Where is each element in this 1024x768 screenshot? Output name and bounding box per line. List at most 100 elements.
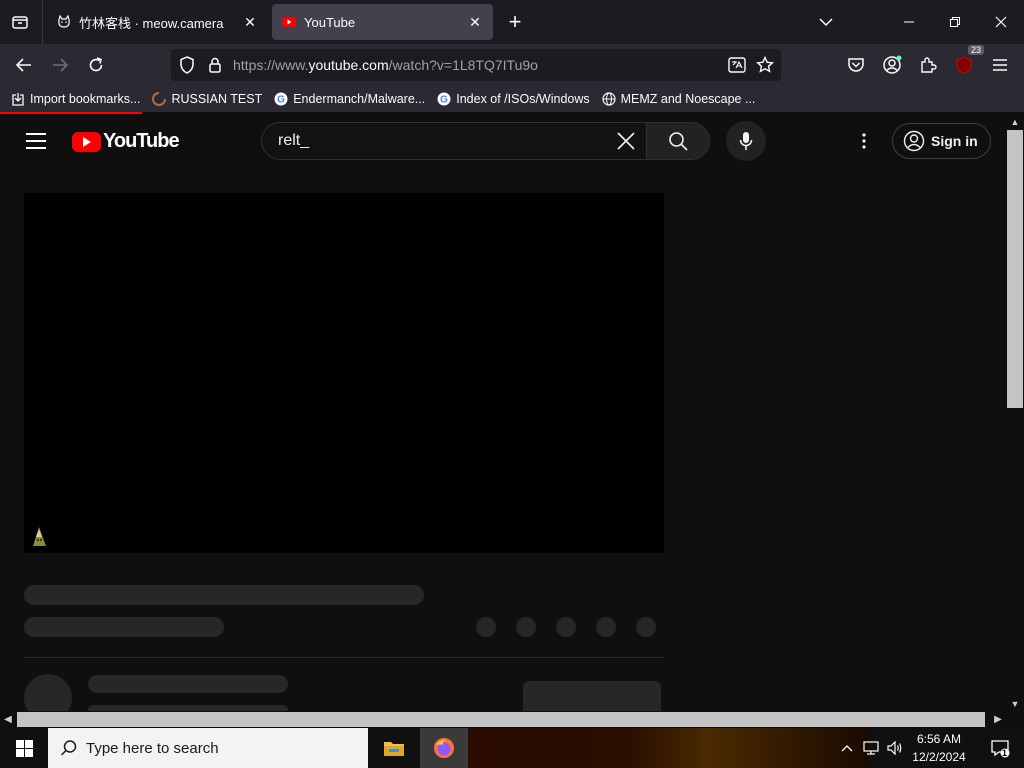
folder-icon [384, 742, 404, 756]
arrow-left-icon [16, 58, 31, 72]
back-button[interactable] [10, 51, 38, 79]
bookmark-label: RUSSIAN TEST [171, 92, 263, 106]
firefox-icon [434, 738, 454, 758]
tab-meow-camera[interactable]: 竹林客栈 · meow.camera ✕ [47, 4, 268, 40]
google-icon: G [273, 91, 289, 107]
lock-icon[interactable] [201, 51, 229, 79]
puzzle-icon [921, 57, 937, 73]
clock-date: 12/2/2024 [912, 750, 966, 764]
pocket-button[interactable] [842, 51, 870, 79]
translate-icon[interactable] [723, 51, 751, 79]
bookmark-item[interactable]: MEMZ and Noescape ... [601, 91, 755, 107]
start-button[interactable] [0, 728, 48, 768]
url-text[interactable]: https://www.youtube.com/watch?v=1L8TQ7IT… [233, 57, 723, 73]
taskbar-file-explorer[interactable] [370, 728, 418, 768]
bookmark-item[interactable]: G Endermanch/Malware... [273, 91, 425, 107]
account-button[interactable] [878, 51, 906, 79]
search-box[interactable]: relt_ [261, 122, 647, 160]
svg-text:G: G [440, 95, 448, 106]
windows-icon [15, 739, 33, 757]
vertical-scrollbar[interactable]: ▲ ▼ [1006, 115, 1024, 711]
sign-in-button[interactable]: Sign in [892, 123, 991, 159]
volume-button[interactable] [884, 728, 906, 768]
hamburger-icon [993, 59, 1007, 71]
close-window-button[interactable] [978, 0, 1024, 44]
youtube-icon [282, 15, 296, 29]
chevron-up-icon [841, 745, 853, 752]
speaker-icon [887, 741, 902, 755]
chevron-down-icon [819, 18, 833, 27]
scroll-thumb[interactable] [17, 712, 985, 727]
tab-title: YouTube [304, 14, 356, 30]
list-all-tabs-button[interactable] [803, 0, 849, 44]
youtube-logo[interactable]: YouTube [72, 130, 180, 153]
restore-icon [950, 17, 960, 27]
app-menu-button[interactable] [986, 51, 1014, 79]
extension-badge: 23 [967, 45, 984, 55]
scroll-left-arrow[interactable]: ◀ [0, 711, 16, 728]
google-icon: G [436, 91, 452, 107]
loading-icon [151, 91, 167, 107]
bookmark-star-icon[interactable] [751, 51, 779, 79]
url-path: /watch?v=1L8TQ7ITu9o [388, 57, 538, 73]
extensions-button[interactable] [914, 51, 942, 79]
guide-menu-button[interactable] [22, 127, 50, 155]
youtube-header: YouTube relt_ Sign in [0, 115, 1006, 167]
reload-button[interactable] [82, 51, 110, 79]
arrow-right-icon [53, 58, 68, 72]
bookmark-item[interactable]: G Index of /ISOs/Windows [436, 91, 590, 107]
url-prefix: https://www. [233, 57, 309, 73]
close-icon[interactable]: ✕ [467, 14, 483, 30]
bookmark-item[interactable]: Import bookmarks... [10, 91, 140, 107]
pocket-icon [848, 58, 864, 72]
avatar-placeholder [24, 674, 72, 711]
taskbar-clock[interactable]: 6:56 AM 12/2/2024 [906, 730, 972, 766]
voice-search-button[interactable] [726, 121, 766, 161]
tab-list-icon [12, 16, 28, 29]
title-placeholder [24, 585, 424, 605]
scroll-up-arrow[interactable]: ▲ [1006, 115, 1024, 129]
restore-button[interactable] [932, 0, 978, 44]
action-placeholder [476, 617, 496, 637]
taskbar-search[interactable]: Type here to search [48, 728, 368, 768]
minimize-icon [904, 21, 914, 23]
tab-list-button[interactable] [6, 8, 34, 36]
tab-youtube[interactable]: YouTube ✕ [272, 4, 493, 40]
url-bar[interactable]: https://www.youtube.com/watch?v=1L8TQ7IT… [171, 49, 781, 81]
action-center-button[interactable]: 1 [980, 728, 1020, 768]
action-placeholder [516, 617, 536, 637]
show-hidden-icons-button[interactable] [838, 728, 856, 768]
globe-icon [601, 91, 617, 107]
search-input[interactable]: relt_ [278, 132, 606, 150]
search-icon [60, 739, 78, 757]
import-icon [10, 91, 26, 107]
tab-separator [42, 0, 43, 44]
bookmark-item[interactable]: RUSSIAN TEST [151, 91, 262, 107]
scroll-down-arrow[interactable]: ▼ [1006, 697, 1024, 711]
search-button[interactable] [646, 122, 710, 160]
meta-placeholder [24, 617, 224, 637]
logo-wordmark: YouTube [103, 130, 180, 152]
network-button[interactable] [860, 728, 882, 768]
settings-menu-button[interactable] [850, 127, 878, 155]
channel-placeholder [88, 675, 288, 693]
action-placeholder [636, 617, 656, 637]
horizontal-scrollbar[interactable]: ◀ ▶ [0, 711, 1006, 728]
new-tab-button[interactable]: + [503, 9, 527, 34]
close-icon [617, 132, 635, 150]
clear-search-button[interactable] [606, 123, 646, 159]
svg-text:G: G [277, 95, 285, 106]
scroll-thumb[interactable] [1007, 130, 1023, 408]
taskbar-firefox[interactable] [420, 728, 468, 768]
scroll-right-arrow[interactable]: ▶ [990, 711, 1006, 728]
ublock-button[interactable]: 23 [950, 45, 984, 79]
account-icon [883, 55, 902, 74]
windows-taskbar: Type here to search 6:56 AM 12/2/2024 1 [0, 728, 1024, 768]
action-placeholder [596, 617, 616, 637]
shield-icon[interactable] [173, 51, 201, 79]
video-player[interactable] [24, 193, 664, 553]
search-icon [669, 132, 688, 151]
minimize-button[interactable] [886, 0, 932, 44]
close-icon[interactable]: ✕ [242, 14, 258, 30]
forward-button[interactable] [46, 51, 74, 79]
